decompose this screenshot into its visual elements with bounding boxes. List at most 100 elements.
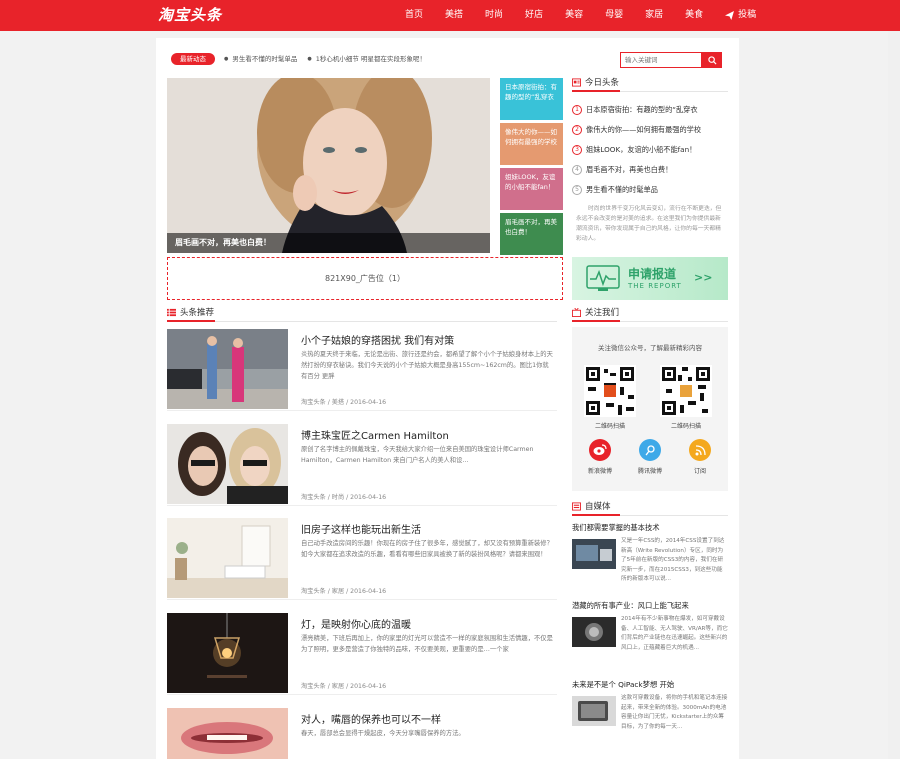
nav-item-home[interactable]: 首页 [405, 0, 423, 31]
section-title-text: 今日头条 [585, 78, 620, 88]
media-article-title[interactable]: 我们都需要掌握的基本技术 [572, 523, 728, 533]
featured-tile[interactable]: 日本原宿街拍：有趣的型的“乱穿衣 [500, 78, 563, 120]
article-title[interactable]: 旧房子这样也能玩出新生活 [301, 521, 421, 536]
qr-code-icon [660, 365, 712, 417]
rss-icon [689, 439, 711, 461]
search-button[interactable] [702, 52, 722, 68]
social-label: 腾讯微博 [637, 468, 662, 475]
search-input[interactable] [620, 52, 702, 68]
search-icon [707, 55, 717, 65]
rank-badge: 2 [572, 125, 582, 135]
media-article-excerpt: 又是一年CSS的，2014年CSS设置了到达新高（Write Revolutio… [621, 538, 725, 582]
hero-slide[interactable]: 眉毛画不对，再美也白费！ [167, 78, 490, 253]
media-article-excerpt: 2014年有不少新事物在爆发，如可穿戴设备、人工智能、无人驾驶、VR/AR等，而… [621, 616, 728, 651]
article-title[interactable]: 小个子姑娘的穿搭困扰 我们有对策 [301, 332, 454, 347]
headline-link[interactable]: 像伟大的你——如何拥有最强的学校 [586, 125, 701, 135]
article-thumbnail[interactable] [167, 424, 288, 504]
weibo-qr-code [660, 365, 712, 417]
news-ticker: 男生看不懂的时髦单品 1秒心机小细节 明星都在实段形象呢！ [224, 53, 426, 65]
lips-photo-image [167, 708, 288, 759]
article-meta: 淘宝头条 / 时尚 / 2016-04-16 [301, 494, 387, 501]
article-thumbnail[interactable] [167, 329, 288, 409]
list-item[interactable]: 3 姐妹LOOK，友谊的小船不能fan！ [572, 140, 728, 160]
section-title-text: 头条推荐 [180, 308, 215, 318]
ticker-item[interactable]: 男生看不懂的时髦单品 [224, 53, 297, 65]
room-photo-image [167, 518, 288, 598]
featured-tile[interactable]: 眉毛画不对，再美也白费！ [500, 213, 563, 255]
article-item[interactable]: 小个子姑娘的穿搭困扰 我们有对策 炎热的夏天终于来临，无论是出街、旅行还是约会，… [167, 329, 557, 411]
weibo-link[interactable]: 新浪微博 [580, 439, 620, 475]
article-meta: 淘宝头条 / 家居 / 2016-04-16 [301, 683, 387, 690]
media-article[interactable]: 潜藏的所有事产业：风口上能飞起来 2014年有不少新事物在爆发，如可穿戴设备、人… [572, 601, 728, 676]
report-arrows: >> [694, 271, 713, 284]
top-navbar: 淘宝头条 首页 美搭 时尚 好店 美容 母婴 家居 美食 投稿 [0, 0, 900, 31]
divider-accent [572, 320, 620, 322]
featured-tile[interactable]: 姐妹LOOK，友谊的小船不能fan！ [500, 168, 563, 210]
article-thumbnail[interactable] [167, 613, 288, 693]
nav-item-food[interactable]: 美食 [685, 0, 703, 31]
article-item[interactable]: 对人，嘴唇的保养也可以不一样 春天，唇部总会显得干燥起皮，今天分享嘴唇保养的方法… [167, 708, 557, 759]
article-title[interactable]: 灯，是映射你心底的温暖 [301, 616, 411, 631]
nav-item-shops[interactable]: 好店 [525, 0, 543, 31]
divider [167, 321, 557, 322]
nav-item-home-living[interactable]: 家居 [645, 0, 663, 31]
article-title[interactable]: 对人，嘴唇的保养也可以不一样 [301, 711, 441, 726]
follow-us-panel: 关注微信公众号，了解最新精彩内容 二维码扫描 二维码扫描 新浪微博 腾讯微博 订… [572, 327, 728, 491]
media-thumbnail [572, 617, 616, 647]
list-item[interactable]: 2 像伟大的你——如何拥有最强的学校 [572, 120, 728, 140]
article-item[interactable]: 旧房子这样也能玩出新生活 自己动手改造房间的乐趣！你现在的房子住了很多年，感觉腻… [167, 518, 557, 600]
section-title-today: 今日头条 [572, 76, 619, 88]
featured-tile[interactable]: 像伟大的你——如何拥有最强的学校 [500, 123, 563, 165]
tencent-weibo-link[interactable]: 腾讯微博 [630, 439, 670, 475]
headline-link[interactable]: 眉毛画不对，再美也白费！ [586, 165, 672, 175]
qr-label: 二维码扫描 [670, 423, 701, 430]
media-article-title[interactable]: 潜藏的所有事产业：风口上能飞起来 [572, 601, 728, 611]
media-thumbnail [572, 539, 616, 569]
nav-item-contribute[interactable]: 投稿 [725, 0, 756, 31]
qr-label: 二维码扫描 [594, 423, 625, 430]
list-icon [167, 308, 176, 316]
nav-item-style[interactable]: 美搭 [445, 0, 463, 31]
latest-news-tag: 最新动态 [171, 53, 215, 65]
main-container: 最新动态 男生看不懂的时髦单品 1秒心机小细节 明星都在实段形象呢！ 眉毛画不对… [156, 38, 739, 759]
report-title: 申请报道 [628, 267, 677, 281]
ad-slot[interactable]: 821X90_广告位（1） [167, 257, 563, 300]
portrait-photo-image [167, 424, 288, 504]
section-title-follow: 关注我们 [572, 306, 619, 318]
media-article[interactable]: 未来是不是个 QiPack梦想 开始 这款可穿戴设备，将你的手机和笔记本连接起来… [572, 680, 728, 755]
article-thumbnail[interactable] [167, 518, 288, 598]
headline-link[interactable]: 日本原宿街拍：有趣的型的“乱穿衣 [586, 105, 698, 115]
article-thumbnail[interactable] [167, 708, 288, 759]
nav-item-fashion[interactable]: 时尚 [485, 0, 503, 31]
headline-link[interactable]: 姐妹LOOK，友谊的小船不能fan！ [586, 145, 696, 155]
section-title-media: 自媒体 [572, 500, 611, 512]
rss-link[interactable]: 订阅 [680, 439, 720, 475]
contribute-label: 投稿 [738, 10, 757, 20]
site-intro-text: 时尚的世界千变万化风云变幻，流行在不断更迭，但永远不会改变的是对美的追求。在这里… [576, 206, 722, 242]
article-item[interactable]: 灯，是映射你心底的温暖 漂亮精美，下班后再加上，你的家里的灯光可以营造不一样的家… [167, 613, 557, 695]
nav-item-baby[interactable]: 母婴 [605, 0, 623, 31]
media-article-title[interactable]: 未来是不是个 QiPack梦想 开始 [572, 680, 728, 690]
list-item[interactable]: 5 男生看不懂的时髦单品 [572, 180, 728, 200]
apply-report-banner[interactable]: 申请报道 THE REPORT >> [572, 257, 728, 300]
media-article-excerpt: 这款可穿戴设备，将你的手机和笔记本连接起来，带来全新的体验。3000mAh的电池… [621, 695, 728, 730]
lamp-photo-image [167, 613, 288, 693]
article-title[interactable]: 博主珠宝匠之Carmen Hamilton [301, 427, 449, 442]
headline-link[interactable]: 男生看不懂的时髦单品 [586, 185, 658, 195]
list-item[interactable]: 1 日本原宿街拍：有趣的型的“乱穿衣 [572, 100, 728, 120]
news-icon [572, 77, 581, 87]
nav-item-beauty[interactable]: 美容 [565, 0, 583, 31]
media-article[interactable]: 我们都需要掌握的基本技术 又是一年CSS的，2014年CSS设置了到达新高（Wr… [572, 523, 728, 598]
report-chart-icon [586, 265, 620, 291]
list-item[interactable]: 4 眉毛画不对，再美也白费！ [572, 160, 728, 180]
media-thumbnail [572, 696, 616, 726]
site-logo[interactable]: 淘宝头条 [158, 4, 222, 25]
section-title-recommend: 头条推荐 [167, 306, 214, 318]
page-scrollbar[interactable] [888, 31, 900, 759]
article-meta: 淘宝头条 / 家居 / 2016-04-16 [301, 588, 387, 595]
article-excerpt: 原创了名字博主的佩戴珠宝，今天我给大家介绍一位来自美国的珠宝设计师Carmen … [301, 446, 534, 464]
rank-badge: 4 [572, 165, 582, 175]
article-excerpt: 春天，唇部总会显得干燥起皮，今天分享嘴唇保养的方法。 [301, 730, 465, 737]
ticker-item[interactable]: 1秒心机小细节 明星都在实段形象呢！ [307, 53, 426, 65]
article-item[interactable]: 博主珠宝匠之Carmen Hamilton 原创了名字博主的佩戴珠宝，今天我给大… [167, 424, 557, 506]
